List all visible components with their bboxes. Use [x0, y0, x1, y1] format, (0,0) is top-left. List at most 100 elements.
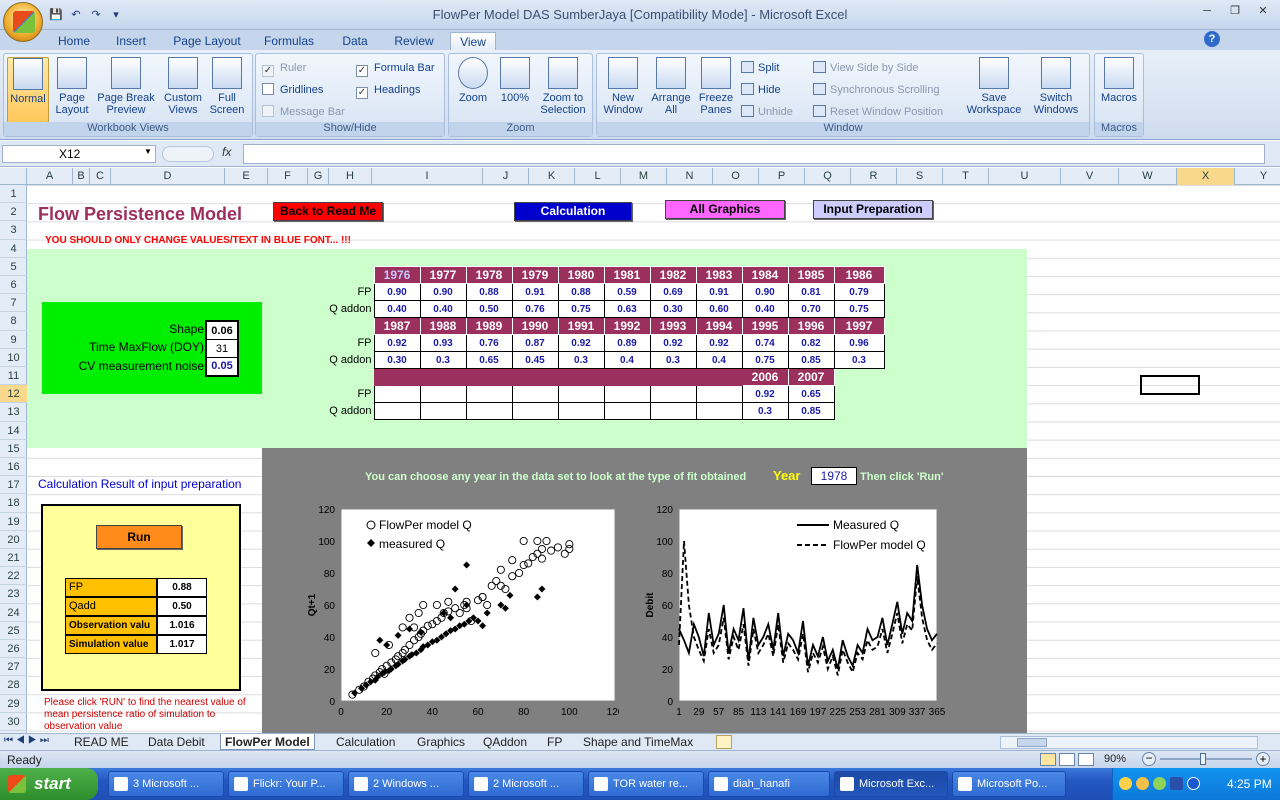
- minimize-button[interactable]: ─: [1194, 2, 1220, 20]
- q-cell[interactable]: 0.75: [741, 351, 789, 369]
- q-cell[interactable]: 0.65: [465, 351, 513, 369]
- q-cell[interactable]: 0.85: [787, 351, 835, 369]
- fp-cell[interactable]: 0.88: [557, 283, 605, 301]
- tab-review[interactable]: Review: [388, 32, 440, 50]
- q-cell[interactable]: 0.40: [373, 300, 421, 318]
- zoom-in-icon[interactable]: +: [1256, 752, 1270, 766]
- row-header[interactable]: 3: [0, 221, 27, 240]
- page-layout-view-button[interactable]: Page Layout: [52, 57, 92, 123]
- q-cell[interactable]: 0.40: [419, 300, 467, 318]
- fp-cell[interactable]: 0.90: [373, 283, 421, 301]
- column-header[interactable]: X: [1177, 168, 1235, 185]
- hide-button[interactable]: Hide: [741, 82, 781, 98]
- column-header[interactable]: B: [73, 168, 90, 185]
- sheet-tab[interactable]: QAddon: [479, 734, 531, 750]
- q-cell[interactable]: 0.40: [741, 300, 789, 318]
- q-cell[interactable]: 0.76: [511, 300, 559, 318]
- fp-cell[interactable]: 0.92: [649, 334, 697, 352]
- row-header[interactable]: 25: [0, 622, 27, 640]
- tray-icon[interactable]: [1119, 777, 1132, 790]
- calculation-button[interactable]: Calculation: [514, 202, 632, 221]
- tray-icon[interactable]: [1136, 777, 1149, 790]
- row-header[interactable]: 7: [0, 294, 27, 313]
- tray-icon[interactable]: [1170, 777, 1183, 790]
- help-icon[interactable]: ?: [1204, 31, 1220, 47]
- maximize-button[interactable]: ❐: [1222, 2, 1248, 20]
- horizontal-scrollbar[interactable]: [1000, 736, 1258, 749]
- row-header[interactable]: 11: [0, 367, 27, 386]
- reset-window-position-button[interactable]: Reset Window Position: [813, 104, 943, 120]
- sheet-tab[interactable]: Data Debit: [144, 734, 209, 750]
- column-header[interactable]: I: [372, 168, 483, 185]
- row-header[interactable]: 30: [0, 713, 27, 731]
- column-header[interactable]: N: [667, 168, 713, 185]
- taskbar-item[interactable]: 2 Windows ...: [348, 771, 464, 797]
- row-header[interactable]: 29: [0, 695, 27, 713]
- synchronous-scrolling-button[interactable]: Synchronous Scrolling: [813, 82, 939, 98]
- chevron-down-icon[interactable]: ▼: [144, 147, 152, 156]
- fp-cell[interactable]: 0.74: [741, 334, 789, 352]
- tray-icon[interactable]: [1153, 777, 1166, 790]
- column-header[interactable]: U: [989, 168, 1061, 185]
- row-header[interactable]: 19: [0, 513, 27, 531]
- column-header[interactable]: F: [268, 168, 308, 185]
- column-header[interactable]: D: [111, 168, 225, 185]
- column-header[interactable]: Q: [805, 168, 851, 185]
- fp-cell[interactable]: 0.91: [511, 283, 559, 301]
- gridlines-checkbox[interactable]: Gridlines: [262, 82, 323, 98]
- fp-cell[interactable]: 0.82: [787, 334, 835, 352]
- freeze-panes-button[interactable]: Freeze Panes: [695, 57, 737, 123]
- sheet-tab[interactable]: Calculation: [332, 734, 399, 750]
- insert-function-icon[interactable]: fx: [222, 145, 231, 159]
- close-button[interactable]: ✕: [1250, 2, 1276, 20]
- macros-button[interactable]: Macros: [1098, 57, 1140, 123]
- input-preparation-button[interactable]: Input Preparation: [813, 200, 933, 219]
- sheet-tab[interactable]: FP: [543, 734, 566, 750]
- tab-data[interactable]: Data: [334, 32, 376, 50]
- q-cell[interactable]: 0.50: [465, 300, 513, 318]
- row-header[interactable]: 13: [0, 403, 27, 422]
- q-cell[interactable]: 0.4: [695, 351, 743, 369]
- headings-checkbox[interactable]: ✓ Headings: [356, 82, 420, 99]
- column-header[interactable]: L: [575, 168, 621, 185]
- arrange-all-button[interactable]: Arrange All: [649, 57, 693, 123]
- zoom-out-icon[interactable]: −: [1142, 752, 1156, 766]
- column-header[interactable]: W: [1119, 168, 1177, 185]
- column-header[interactable]: E: [225, 168, 268, 185]
- name-box[interactable]: X12: [2, 145, 156, 163]
- fp-cell[interactable]: 0.59: [603, 283, 651, 301]
- fp-cell[interactable]: 0.92: [741, 385, 789, 403]
- taskbar-item[interactable]: 2 Microsoft ...: [468, 771, 584, 797]
- fp-cell[interactable]: 0.65: [787, 385, 835, 403]
- row-header[interactable]: 17: [0, 476, 27, 495]
- fp-cell[interactable]: 0.90: [419, 283, 467, 301]
- start-button[interactable]: start: [0, 768, 98, 800]
- q-cell[interactable]: 0.30: [373, 351, 421, 369]
- sheet-tab[interactable]: READ ME: [70, 734, 133, 750]
- split-button[interactable]: Split: [741, 60, 779, 76]
- cv-value[interactable]: 0.05: [207, 358, 237, 375]
- row-header[interactable]: 14: [0, 422, 27, 440]
- row-header[interactable]: 6: [0, 276, 27, 295]
- fp-cell[interactable]: 0.96: [833, 334, 885, 352]
- sheet-nav-arrows[interactable]: ⏮◀▶⏭: [4, 735, 52, 746]
- undo-icon[interactable]: ↶: [68, 7, 84, 23]
- q-cell[interactable]: 0.70: [787, 300, 835, 318]
- column-header[interactable]: V: [1061, 168, 1119, 185]
- scrollbar-thumb[interactable]: [1017, 738, 1047, 747]
- fp-cell[interactable]: 0.89: [603, 334, 651, 352]
- fp-cell[interactable]: 0.69: [649, 283, 697, 301]
- tab-insert[interactable]: Insert: [108, 32, 154, 50]
- row-header[interactable]: 16: [0, 458, 27, 477]
- fp-cell[interactable]: 0.91: [695, 283, 743, 301]
- normal-view-icon[interactable]: [1040, 753, 1056, 766]
- q-cell[interactable]: 0.3: [741, 402, 789, 420]
- taskbar-item-active[interactable]: Microsoft Exc...: [834, 771, 948, 797]
- formula-bar-checkbox[interactable]: ✓ Formula Bar: [356, 60, 435, 77]
- tmax-value[interactable]: 31: [207, 340, 237, 358]
- q-cell[interactable]: 0.63: [603, 300, 651, 318]
- column-header[interactable]: A: [27, 168, 73, 185]
- switch-windows-button[interactable]: Switch Windows: [1027, 57, 1085, 123]
- fp-cell[interactable]: 0.87: [511, 334, 559, 352]
- fp-cell[interactable]: 0.76: [465, 334, 513, 352]
